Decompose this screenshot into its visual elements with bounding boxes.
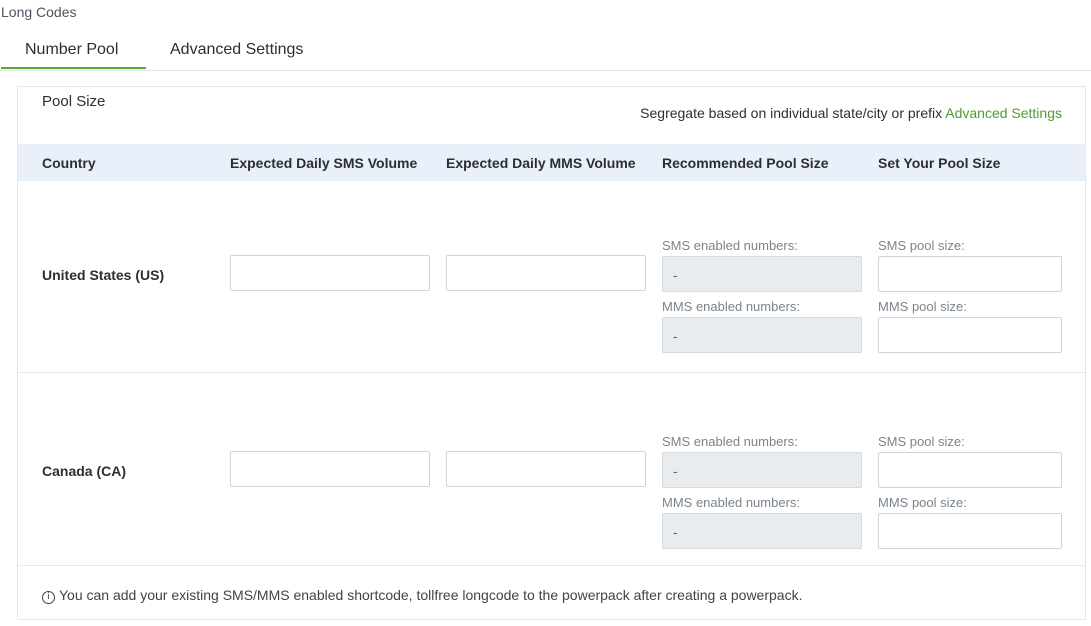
- column-header-country: Country: [42, 155, 96, 171]
- footnote-divider: [18, 565, 1085, 566]
- country-label: United States (US): [42, 267, 165, 283]
- country-label: Canada (CA): [42, 463, 127, 479]
- sms-enabled-value: -: [662, 256, 862, 292]
- mms-enabled-value: -: [662, 513, 862, 549]
- info-icon: i: [42, 591, 55, 604]
- tab-advanced-settings[interactable]: Advanced Settings: [170, 41, 303, 59]
- table-row-us: United States (US) SMS enabled numbers: …: [18, 181, 1085, 373]
- sms-pool-size-input[interactable]: [878, 256, 1062, 292]
- column-header-mms-volume: Expected Daily MMS Volume: [446, 155, 636, 171]
- sms-volume-input[interactable]: [230, 255, 430, 291]
- sms-pool-size-label: SMS pool size:: [878, 434, 965, 449]
- mms-pool-size-input[interactable]: [878, 513, 1062, 549]
- mms-enabled-label: MMS enabled numbers:: [662, 299, 801, 314]
- tab-number-pool[interactable]: Number Pool: [25, 41, 118, 59]
- tab-bar: Number Pool Advanced Settings: [0, 38, 1091, 71]
- footnote: i You can add your existing SMS/MMS enabl…: [42, 587, 802, 604]
- sms-enabled-label: SMS enabled numbers:: [662, 434, 798, 449]
- table-row-ca: Canada (CA) SMS enabled numbers: - MMS e…: [18, 373, 1085, 565]
- mms-enabled-label: MMS enabled numbers:: [662, 495, 801, 510]
- footnote-text: You can add your existing SMS/MMS enable…: [59, 587, 803, 603]
- pool-size-title: Pool Size: [42, 93, 106, 110]
- table-header: Country Expected Daily SMS Volume Expect…: [18, 144, 1085, 181]
- sms-volume-input[interactable]: [230, 451, 430, 487]
- active-tab-indicator: [1, 67, 146, 69]
- mms-pool-size-label: MMS pool size:: [878, 299, 967, 314]
- mms-volume-input[interactable]: [446, 451, 646, 487]
- sms-enabled-label: SMS enabled numbers:: [662, 238, 798, 253]
- column-header-recommended-pool: Recommended Pool Size: [662, 155, 829, 171]
- column-header-set-pool: Set Your Pool Size: [878, 155, 1001, 171]
- mms-volume-input[interactable]: [446, 255, 646, 291]
- section-title: Long Codes: [1, 4, 77, 20]
- mms-pool-size-input[interactable]: [878, 317, 1062, 353]
- mms-enabled-value: -: [662, 317, 862, 353]
- advanced-settings-link[interactable]: Advanced Settings: [945, 105, 1062, 121]
- segregate-note: Segregate based on individual state/city…: [640, 105, 1062, 121]
- pool-size-card: Pool Size Segregate based on individual …: [17, 86, 1086, 620]
- segregate-text: Segregate based on individual state/city…: [640, 105, 943, 121]
- column-header-sms-volume: Expected Daily SMS Volume: [230, 155, 418, 171]
- sms-enabled-value: -: [662, 452, 862, 488]
- sms-pool-size-label: SMS pool size:: [878, 238, 965, 253]
- sms-pool-size-input[interactable]: [878, 452, 1062, 488]
- mms-pool-size-label: MMS pool size:: [878, 495, 967, 510]
